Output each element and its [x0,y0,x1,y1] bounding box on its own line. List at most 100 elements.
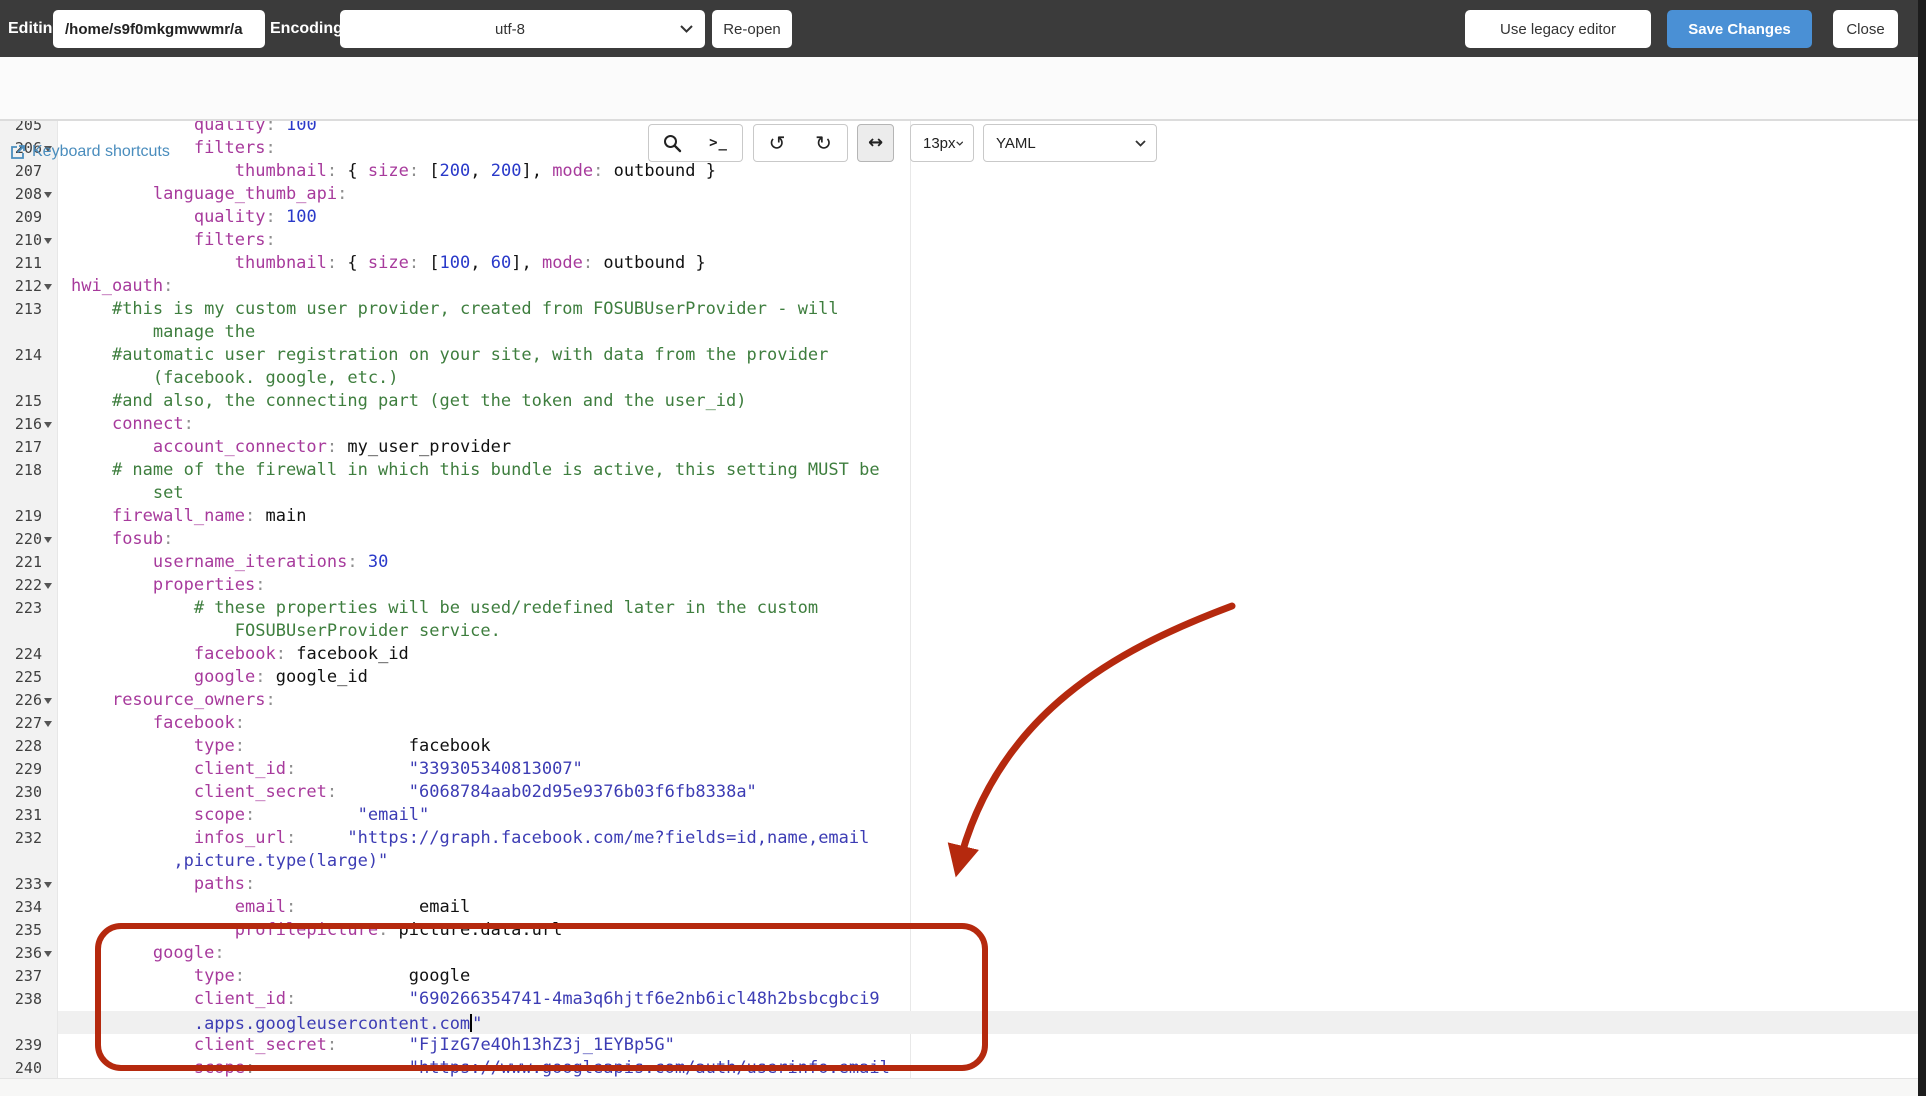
code-token [71,989,194,1009]
code-row[interactable]: google: [58,942,1918,965]
code-token [71,506,112,526]
code-row[interactable]: scope: "email" [58,804,1918,827]
editor-code-rows[interactable]: quality: 100 filters: thumbnail: { size:… [58,121,1918,1078]
code-token: thumbnail [235,161,327,181]
page-scrollbar[interactable] [1918,0,1926,1096]
code-token: : [184,414,194,434]
code-token: mode [552,161,593,181]
code-token: ,picture.type(large)" [173,851,388,871]
fold-arrow-icon[interactable] [44,882,52,888]
code-row[interactable]: client_id: "339305340813007" [58,758,1918,781]
code-row[interactable]: facebook: [58,712,1918,735]
font-size-select[interactable]: 13px [910,124,974,162]
gutter-cell: 212 [0,275,58,298]
code-row[interactable]: type: google [58,965,1918,988]
code-row[interactable]: (facebook. google, etc.) [58,367,1918,390]
code-row[interactable]: language_thumb_api: [58,183,1918,206]
code-token: client_id [194,989,286,1009]
code-token [71,874,194,894]
code-row[interactable]: thumbnail: { size: [100, 60], mode: outb… [58,252,1918,275]
fold-arrow-icon[interactable] [44,192,52,198]
fold-arrow-icon[interactable] [44,721,52,727]
code-token [255,1058,409,1078]
code-row[interactable]: quality: 100 [58,206,1918,229]
fold-arrow-icon[interactable] [44,583,52,589]
code-row[interactable]: hwi_oauth: [58,275,1918,298]
fold-arrow-icon[interactable] [44,238,52,244]
code-row[interactable]: # these properties will be used/redefine… [58,597,1918,620]
fold-arrow-icon[interactable] [44,537,52,543]
code-row[interactable]: FOSUBUserProvider service. [58,620,1918,643]
code-row[interactable]: set [58,482,1918,505]
code-row[interactable]: connect: [58,413,1918,436]
gutter-cell: 228 [0,735,58,758]
code-row[interactable]: #this is my custom user provider, create… [58,298,1918,321]
code-token [296,759,409,779]
encoding-select[interactable]: utf-8 [340,10,705,48]
gutter-cell: 236 [0,942,58,965]
code-row[interactable]: google: google_id [58,666,1918,689]
code-row[interactable]: type: facebook [58,735,1918,758]
code-row[interactable]: thumbnail: { size: [200, 200], mode: out… [58,160,1918,183]
undo-button[interactable]: ↺ [753,124,801,162]
fold-arrow-icon[interactable] [44,284,52,290]
code-token: firewall_name [112,506,245,526]
code-row[interactable]: profilepicture: picture.data.url [58,919,1918,942]
code-row[interactable]: resource_owners: [58,689,1918,712]
code-token [71,529,112,549]
search-button[interactable] [648,124,696,162]
code-token: 60 [491,253,511,273]
command-palette-button[interactable]: >_ [695,124,743,162]
code-row[interactable]: client_secret: "6068784aab02d95e9376b03f… [58,781,1918,804]
fold-arrow-icon[interactable] [44,422,52,428]
page-background-strip [0,1078,1926,1096]
code-row[interactable]: client_id: "690266354741-4ma3q6hjtf6e2nb… [58,988,1918,1011]
code-token [71,575,153,595]
code-row[interactable]: username_iterations: 30 [58,551,1918,574]
code-row[interactable]: account_connector: my_user_provider [58,436,1918,459]
code-token [71,943,153,963]
gutter-cell: 217 [0,436,58,459]
code-row[interactable]: infos_url: "https://graph.facebook.com/m… [58,827,1918,850]
code-token: facebook [194,644,276,664]
code-token: filters [194,230,266,250]
code-token: [ [419,161,439,181]
code-token [71,1058,194,1078]
code-row[interactable]: firewall_name: main [58,505,1918,528]
close-button[interactable]: Close [1833,10,1898,48]
code-row[interactable]: ,picture.type(large)" [58,850,1918,873]
code-editor[interactable]: 2052062072082092102112122132142152162172… [0,121,1918,1078]
code-row[interactable]: email: email [58,896,1918,919]
code-row[interactable]: properties: [58,574,1918,597]
code-token: facebook_id [286,644,409,664]
word-wrap-toggle[interactable]: ↔ [857,124,894,162]
code-row[interactable]: #automatic user registration on your sit… [58,344,1918,367]
code-row[interactable]: facebook: facebook_id [58,643,1918,666]
code-token: : [265,230,275,250]
code-token: "https://www.googleapis.com/auth/userinf… [409,1058,890,1078]
file-path-input[interactable] [53,10,265,48]
code-row[interactable]: .apps.googleusercontent.com" [58,1011,1918,1034]
code-row[interactable]: fosub: [58,528,1918,551]
reopen-button[interactable]: Re-open [712,10,792,48]
keyboard-shortcuts-link[interactable]: Keyboard shortcuts [10,143,170,161]
code-row[interactable]: # name of the firewall in which this bun… [58,459,1918,482]
code-row[interactable]: #and also, the connecting part (get the … [58,390,1918,413]
gutter-cell: 211 [0,252,58,275]
code-row[interactable]: scope: "https://www.googleapis.com/auth/… [58,1057,1918,1078]
code-row[interactable]: manage the [58,321,1918,344]
line-number: 224 [0,643,58,666]
code-row[interactable]: client_secret: "FjIzG7e4Oh13hZ3j_1EYBp5G… [58,1034,1918,1057]
redo-button[interactable]: ↻ [800,124,848,162]
syntax-mode-select[interactable]: YAML [983,124,1157,162]
line-number: 225 [0,666,58,689]
code-row[interactable]: paths: [58,873,1918,896]
chevron-down-icon [956,140,963,147]
fold-arrow-icon[interactable] [44,951,52,957]
line-number: 239 [0,1034,58,1057]
code-token: facebook [153,713,235,733]
save-changes-button[interactable]: Save Changes [1667,10,1812,48]
fold-arrow-icon[interactable] [44,698,52,704]
legacy-editor-button[interactable]: Use legacy editor [1465,10,1651,48]
code-row[interactable]: filters: [58,229,1918,252]
